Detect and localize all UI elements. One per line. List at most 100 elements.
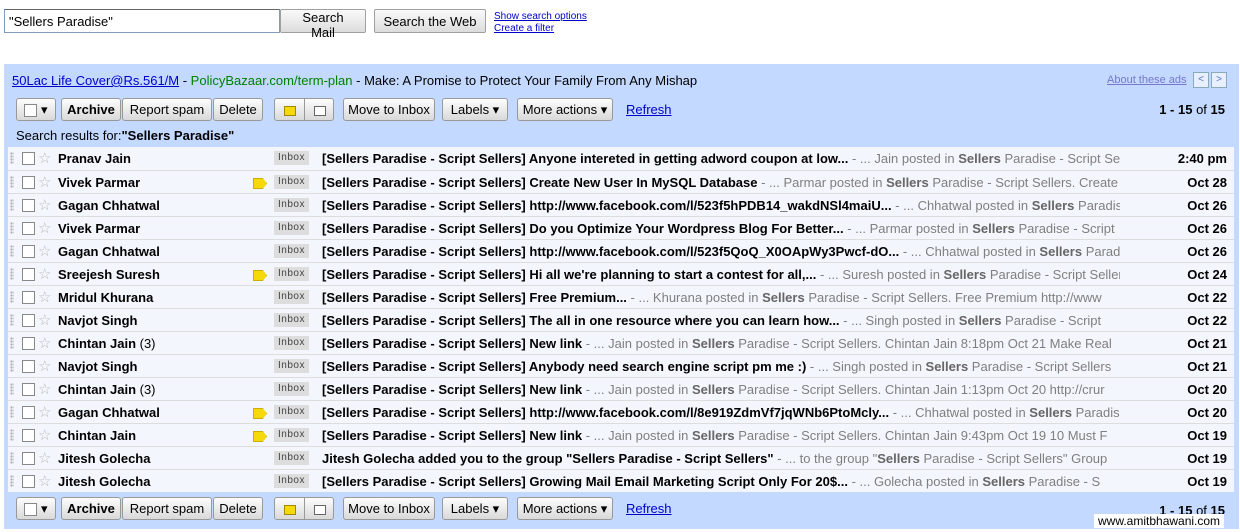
row-checkbox[interactable] <box>22 314 35 327</box>
ad-next-arrow-icon[interactable]: > <box>1211 72 1227 88</box>
email-row[interactable]: ☆ Mridul Khurana Inbox [Sellers Paradise - … <box>8 285 1234 308</box>
subject-snippet[interactable]: [Sellers Paradise - Script Sellers] New … <box>322 336 1120 351</box>
subject-snippet[interactable]: [Sellers Paradise - Script Sellers] New … <box>322 382 1120 397</box>
about-ads-link[interactable]: About these ads <box>1107 74 1187 86</box>
drag-handle-icon[interactable] <box>10 452 14 464</box>
drag-handle-icon[interactable] <box>10 199 14 211</box>
report-spam-button[interactable]: Report spam <box>122 98 212 121</box>
mark-important-icon[interactable] <box>275 99 304 120</box>
more-actions-button[interactable]: More actions ▾ <box>517 98 613 121</box>
inbox-label[interactable]: Inbox <box>274 405 309 419</box>
email-row[interactable]: ☆ Gagan Chhatwal Inbox [Sellers Paradise - … <box>8 193 1234 216</box>
subject-snippet[interactable]: [Sellers Paradise - Script Sellers] Crea… <box>322 175 1120 190</box>
inbox-label[interactable]: Inbox <box>274 336 309 350</box>
drag-handle-icon[interactable] <box>10 360 14 372</box>
important-marker-icon[interactable] <box>253 431 267 442</box>
inbox-label[interactable]: Inbox <box>274 451 309 465</box>
star-icon[interactable]: ☆ <box>38 149 51 167</box>
row-checkbox[interactable] <box>22 152 35 165</box>
row-checkbox[interactable] <box>22 406 35 419</box>
move-to-inbox-button[interactable]: Move to Inbox <box>343 497 435 520</box>
email-row[interactable]: ☆ Sreejesh Suresh Inbox [Sellers Paradise -… <box>8 262 1234 285</box>
select-all-checkbox[interactable] <box>24 104 38 118</box>
labels-button[interactable]: Labels ▾ <box>442 497 508 520</box>
search-mail-button[interactable]: Search Mail <box>280 9 366 40</box>
email-row[interactable]: ☆ Chintan Jain Inbox [Sellers Paradise - Sc… <box>8 423 1234 446</box>
star-icon[interactable]: ☆ <box>38 311 51 329</box>
inbox-label[interactable]: Inbox <box>274 313 309 327</box>
inbox-label[interactable]: Inbox <box>274 198 309 212</box>
email-row[interactable]: ☆ Vivek Parmar Inbox [Sellers Paradise - Sc… <box>8 216 1234 239</box>
drag-handle-icon[interactable] <box>10 475 14 487</box>
drag-handle-icon[interactable] <box>10 222 14 234</box>
drag-handle-icon[interactable] <box>10 268 14 280</box>
ad-url[interactable]: PolicyBazaar.com/term-plan <box>191 73 353 88</box>
drag-handle-icon[interactable] <box>10 176 14 188</box>
row-checkbox[interactable] <box>22 360 35 373</box>
subject-snippet[interactable]: [Sellers Paradise - Script Sellers] Grow… <box>322 474 1120 489</box>
star-icon[interactable]: ☆ <box>38 219 51 237</box>
star-icon[interactable]: ☆ <box>38 196 51 214</box>
row-checkbox[interactable] <box>22 337 35 350</box>
inbox-label[interactable]: Inbox <box>274 221 309 235</box>
star-icon[interactable]: ☆ <box>38 242 51 260</box>
email-row[interactable]: ☆ Vivek Parmar Inbox [Sellers Paradise - Sc… <box>8 170 1234 193</box>
row-checkbox[interactable] <box>22 245 35 258</box>
email-row[interactable]: ☆ Chintan Jain (3) Inbox [Sellers Paradise … <box>8 331 1234 354</box>
subject-snippet[interactable]: [Sellers Paradise - Script Sellers] http… <box>322 405 1120 420</box>
important-marker-icon[interactable] <box>253 270 267 281</box>
ad-prev-arrow-icon[interactable]: < <box>1193 72 1209 88</box>
mark-not-important-icon[interactable] <box>305 99 334 120</box>
email-row[interactable]: ☆ Chintan Jain (3) Inbox [Sellers Paradise … <box>8 377 1234 400</box>
drag-handle-icon[interactable] <box>10 291 14 303</box>
drag-handle-icon[interactable] <box>10 314 14 326</box>
row-checkbox[interactable] <box>22 452 35 465</box>
report-spam-button[interactable]: Report spam <box>122 497 212 520</box>
subject-snippet[interactable]: Jitesh Golecha added you to the group "S… <box>322 451 1120 466</box>
search-web-button[interactable]: Search the Web <box>374 9 486 33</box>
inbox-label[interactable]: Inbox <box>274 382 309 396</box>
inbox-label[interactable]: Inbox <box>274 290 309 304</box>
inbox-label[interactable]: Inbox <box>274 359 309 373</box>
drag-handle-icon[interactable] <box>10 429 14 441</box>
subject-snippet[interactable]: [Sellers Paradise - Script Sellers] New … <box>322 428 1120 443</box>
star-icon[interactable]: ☆ <box>38 380 51 398</box>
row-checkbox[interactable] <box>22 429 35 442</box>
inbox-label[interactable]: Inbox <box>274 175 309 189</box>
drag-handle-icon[interactable] <box>10 337 14 349</box>
ad-link[interactable]: 50Lac Life Cover@Rs.561/M <box>12 73 179 88</box>
archive-button[interactable]: Archive <box>61 497 121 520</box>
row-checkbox[interactable] <box>22 268 35 281</box>
subject-snippet[interactable]: [Sellers Paradise - Script Sellers] The … <box>322 313 1120 328</box>
create-filter-link[interactable]: Create a filter <box>494 23 587 35</box>
star-icon[interactable]: ☆ <box>38 334 51 352</box>
refresh-link[interactable]: Refresh <box>626 102 672 117</box>
row-checkbox[interactable] <box>22 291 35 304</box>
select-all-checkbox[interactable] <box>24 503 38 517</box>
star-icon[interactable]: ☆ <box>38 449 51 467</box>
subject-snippet[interactable]: [Sellers Paradise - Script Sellers] http… <box>322 198 1120 213</box>
row-checkbox[interactable] <box>22 176 35 189</box>
search-input[interactable] <box>4 9 280 33</box>
subject-snippet[interactable]: [Sellers Paradise - Script Sellers] Do y… <box>322 221 1120 236</box>
email-row[interactable]: ☆ Navjot Singh Inbox [Sellers Paradise - Sc… <box>8 354 1234 377</box>
star-icon[interactable]: ☆ <box>38 265 51 283</box>
inbox-label[interactable]: Inbox <box>274 244 309 258</box>
important-marker-icon[interactable] <box>253 178 267 189</box>
star-icon[interactable]: ☆ <box>38 472 51 490</box>
inbox-label[interactable]: Inbox <box>274 428 309 442</box>
email-row[interactable]: ☆ Gagan Chhatwal Inbox [Sellers Paradise - … <box>8 400 1234 423</box>
move-to-inbox-button[interactable]: Move to Inbox <box>343 98 435 121</box>
drag-handle-icon[interactable] <box>10 383 14 395</box>
star-icon[interactable]: ☆ <box>38 426 51 444</box>
show-search-options-link[interactable]: Show search options <box>494 11 587 23</box>
drag-handle-icon[interactable] <box>10 406 14 418</box>
mark-not-important-icon[interactable] <box>305 498 334 519</box>
star-icon[interactable]: ☆ <box>38 357 51 375</box>
star-icon[interactable]: ☆ <box>38 403 51 421</box>
drag-handle-icon[interactable] <box>10 245 14 257</box>
email-row[interactable]: ☆ Gagan Chhatwal Inbox [Sellers Paradise - … <box>8 239 1234 262</box>
mark-important-icon[interactable] <box>275 498 304 519</box>
labels-button[interactable]: Labels ▾ <box>442 98 508 121</box>
important-marker-icon[interactable] <box>253 408 267 419</box>
